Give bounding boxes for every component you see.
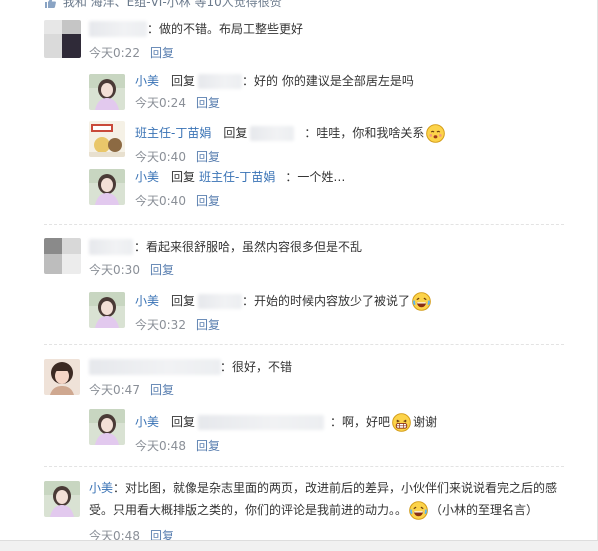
comment-body: 小美：对比图，就像是杂志里面的两页，改进前后的差异，小伙伴们来说说看完之后的感 …: [89, 477, 589, 521]
avatar[interactable]: [89, 169, 125, 205]
comment-time: 今天0:47: [89, 383, 140, 397]
separator: [44, 344, 564, 345]
reply-word: 回复: [171, 170, 196, 184]
grin-emoji-icon: [392, 412, 411, 432]
separator: [44, 224, 564, 225]
likes-summary: 我和 海洋、E组-VI-小林 等10人觉得很赞: [44, 0, 282, 10]
comment-panel: 我和 海洋、E组-VI-小林 等10人觉得很赞 ：做的不错。布局工整些更好 今天…: [0, 0, 598, 551]
comment-time: 今天0:22: [89, 46, 140, 60]
reply-link[interactable]: 回复: [196, 194, 220, 208]
avatar[interactable]: [89, 121, 125, 157]
comment-meta: 今天0:40 回复: [135, 193, 220, 209]
laugh-cry-emoji-icon: [412, 291, 431, 311]
avatar[interactable]: [89, 292, 125, 328]
comment-meta: 今天0:47 回复: [89, 382, 174, 398]
redacted-username: [198, 293, 243, 309]
avatar[interactable]: [44, 359, 80, 395]
redacted-username: [89, 239, 133, 255]
comment-time: 今天0:32: [135, 318, 186, 332]
bottom-scroll-bar[interactable]: [0, 540, 598, 551]
comment-text: ：哇哇，你和我啥关系: [304, 126, 425, 140]
comment-text: ：一个姓…: [285, 170, 346, 184]
comment-time: 今天0:48: [135, 439, 186, 453]
comment-text: ：好的 你的建议是全部居左是吗: [242, 74, 414, 88]
redacted-username: [89, 21, 147, 37]
comment-meta: 今天0:22 回复: [89, 45, 174, 61]
comment-meta: 今天0:40 回复: [135, 149, 220, 165]
comment-time: 今天0:40: [135, 194, 186, 208]
blush-emoji-icon: [426, 123, 446, 143]
reply-link[interactable]: 回复: [196, 318, 220, 332]
redacted-username: [198, 73, 243, 89]
avatar[interactable]: [44, 481, 80, 517]
reply-link[interactable]: 回复: [150, 263, 174, 277]
comment-meta: 今天0:30 回复: [89, 262, 174, 278]
comment-author[interactable]: 小美: [135, 292, 159, 310]
comment-text: ：很好，不错: [220, 360, 293, 374]
likes-prefix: 我和: [62, 0, 87, 9]
redacted-username: [250, 125, 295, 141]
comment-text: ：看起来很舒服哈，虽然内容很多但是不乱: [134, 240, 363, 254]
reply-word: 回复: [171, 294, 196, 308]
redacted-username: [89, 359, 221, 375]
comment-author[interactable]: 小美: [89, 481, 113, 495]
separator: [44, 466, 564, 467]
comment-author[interactable]: 小美: [135, 168, 159, 186]
reply-link[interactable]: 回复: [196, 439, 220, 453]
avatar[interactable]: [89, 74, 125, 110]
comment-text-line1: ：对比图，就像是杂志里面的两页，改进前后的差异，小伙伴们来说说看完之后的感: [113, 481, 558, 495]
comment-meta: 今天0:32 回复: [135, 317, 220, 333]
comment-meta: 今天0:48 回复: [135, 438, 220, 454]
comment-text: ：开始的时候内容放少了被说了: [242, 294, 411, 308]
avatar[interactable]: [44, 20, 81, 58]
avatar[interactable]: [89, 409, 125, 445]
reply-word: 回复: [171, 74, 196, 88]
comment-author[interactable]: 班主任-丁苗娟: [135, 124, 211, 142]
comment-meta: 今天0:24 回复: [135, 95, 220, 111]
reply-link[interactable]: 回复: [196, 96, 220, 110]
reply-link[interactable]: 回复: [150, 383, 174, 397]
comment-time: 今天0:24: [135, 96, 186, 110]
reply-link[interactable]: 回复: [196, 150, 220, 164]
redacted-username: [198, 414, 325, 430]
comment-author[interactable]: 小美: [135, 413, 159, 431]
comment-time: 今天0:30: [89, 263, 140, 277]
laugh-cry-emoji-icon: [409, 500, 428, 520]
comment-time: 今天0:40: [135, 150, 186, 164]
comment-text: ：做的不错。布局工整些更好: [147, 22, 304, 36]
reply-word: 回复: [223, 126, 248, 140]
comment-text: ：啊，好吧: [330, 415, 391, 429]
comment-text-suffix: 谢谢: [413, 415, 438, 429]
comment-text-quote: （小林的至理名言）: [430, 503, 539, 517]
comment-author[interactable]: 小美: [135, 72, 159, 90]
likes-names[interactable]: 海洋、E组-VI-小林: [91, 0, 191, 9]
reply-target[interactable]: 班主任-丁苗娟: [199, 168, 275, 186]
thumbs-up-icon: [45, 0, 56, 8]
comment-text-line2: 受。只用看大概排版之类的，你们的评论是我前进的动力。。: [89, 503, 408, 517]
reply-link[interactable]: 回复: [150, 46, 174, 60]
avatar[interactable]: [44, 238, 81, 274]
reply-word: 回复: [171, 415, 196, 429]
likes-suffix: 等10人觉得很赞: [194, 0, 282, 9]
